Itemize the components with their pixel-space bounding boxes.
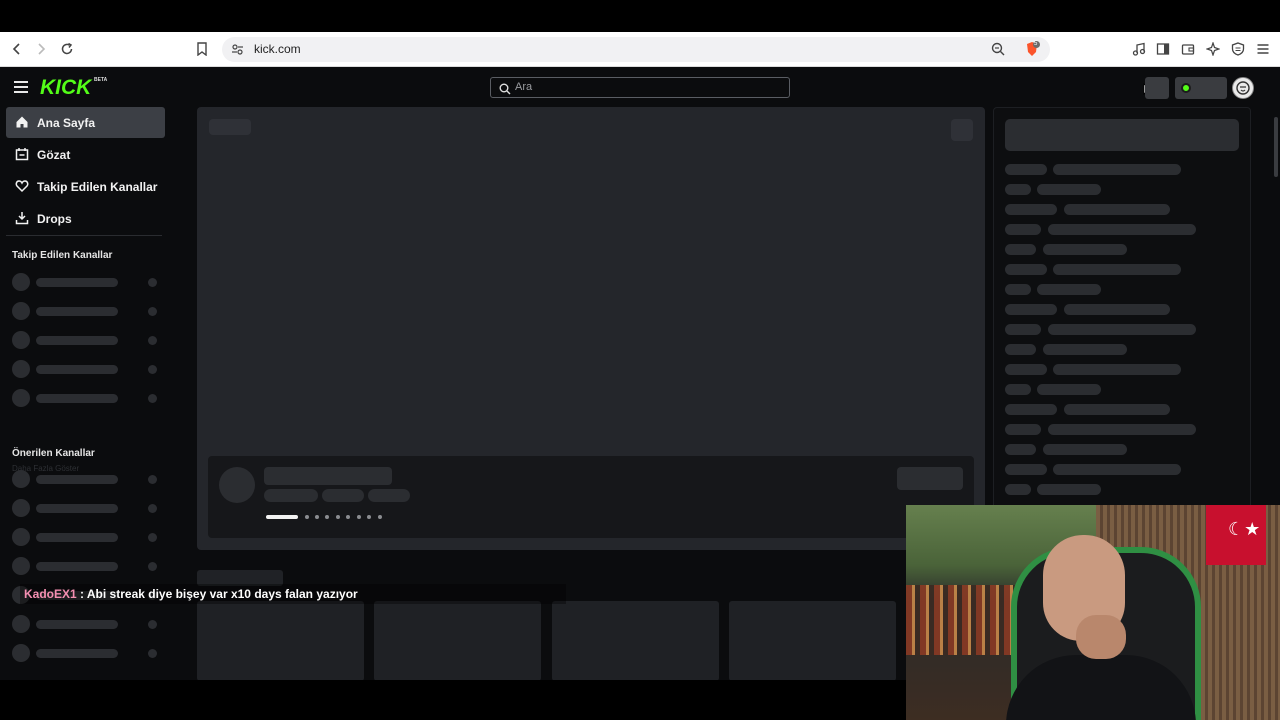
logo-beta-badge: BETA xyxy=(94,77,108,83)
carousel-dot[interactable] xyxy=(367,515,371,519)
sidebar-item-drops[interactable]: Drops xyxy=(6,203,165,234)
menu-icon[interactable] xyxy=(1254,40,1272,58)
online-status-icon xyxy=(1181,83,1191,93)
featured-stream-carousel[interactable] xyxy=(197,107,985,550)
carousel-dot[interactable] xyxy=(378,515,382,519)
header-placeholder-button[interactable] xyxy=(1145,77,1169,99)
address-bar[interactable]: kick.com 5 xyxy=(222,37,1050,62)
list-item[interactable] xyxy=(12,331,162,349)
kick-logo[interactable]: KICK xyxy=(40,76,91,100)
stream-card[interactable] xyxy=(552,601,719,680)
skeleton-pill xyxy=(322,489,364,502)
list-item[interactable] xyxy=(12,615,162,633)
music-icon[interactable] xyxy=(1130,40,1148,58)
chat-message: : Abi streak diye bişey var x10 days fal… xyxy=(80,587,358,601)
search-input[interactable]: Ara xyxy=(490,77,790,98)
skeleton-pill xyxy=(368,489,410,502)
stream-card[interactable] xyxy=(197,601,364,680)
carousel-dot[interactable] xyxy=(315,515,319,519)
skeleton-badge xyxy=(209,119,251,135)
sidebar-item-label: Drops xyxy=(37,212,72,226)
list-item[interactable] xyxy=(12,302,162,320)
recommended-channels-heading: Önerilen Kanallar xyxy=(12,448,95,459)
black-top-bar xyxy=(0,0,1280,32)
sidebar-toggle-icon[interactable] xyxy=(1154,40,1172,58)
zoom-icon[interactable] xyxy=(991,42,1005,61)
webcam-overlay: ☾★ xyxy=(906,505,1280,720)
featured-stream-info-card[interactable] xyxy=(208,456,974,538)
avatar[interactable] xyxy=(219,467,255,503)
vpn-icon[interactable] xyxy=(1229,40,1247,58)
carousel-dot[interactable] xyxy=(346,515,350,519)
skeleton-pill xyxy=(264,489,318,502)
drops-icon xyxy=(15,211,29,225)
flag-star-icon: ☾★ xyxy=(1228,519,1261,539)
page-scrollbar[interactable] xyxy=(1274,117,1278,177)
streamer-hand xyxy=(1076,615,1126,659)
list-item[interactable] xyxy=(12,499,162,517)
app-header: KICK BETA Ara xyxy=(0,67,1280,107)
home-icon xyxy=(15,115,29,129)
list-item[interactable] xyxy=(12,557,162,575)
forward-icon[interactable] xyxy=(32,40,50,58)
list-item[interactable] xyxy=(12,644,162,662)
wallet-icon[interactable] xyxy=(1179,40,1197,58)
stream-card[interactable] xyxy=(374,601,541,680)
site-settings-icon[interactable] xyxy=(231,43,244,61)
search-placeholder: Ara xyxy=(515,81,533,93)
sidebar-divider xyxy=(6,235,162,236)
search-icon xyxy=(499,82,511,95)
hamburger-menu-icon[interactable] xyxy=(14,81,28,93)
carousel-dot[interactable] xyxy=(336,515,340,519)
carousel-dot[interactable] xyxy=(357,515,361,519)
reload-icon[interactable] xyxy=(58,40,76,58)
carousel-dot[interactable] xyxy=(325,515,329,519)
sidebar-item-label: Ana Sayfa xyxy=(37,116,96,130)
list-item[interactable] xyxy=(12,389,162,407)
list-item[interactable] xyxy=(12,470,162,488)
skeleton-title xyxy=(264,467,392,485)
sidebar-item-following[interactable]: Takip Edilen Kanallar xyxy=(6,171,165,202)
user-avatar[interactable] xyxy=(1232,77,1254,99)
chat-username: KadoEX1 xyxy=(24,587,77,601)
sidebar-item-label: Gözat xyxy=(37,148,71,162)
brave-badge-count: 5 xyxy=(1034,41,1038,47)
back-icon[interactable] xyxy=(8,40,26,58)
browse-icon xyxy=(15,147,29,161)
leo-ai-icon[interactable] xyxy=(1204,40,1222,58)
stream-chat-overlay: KadoEX1 : Abi streak diye bişey var x10 … xyxy=(20,584,566,604)
carousel-dot[interactable] xyxy=(266,515,298,519)
skeleton-button[interactable] xyxy=(951,119,973,141)
skeleton-action-button[interactable] xyxy=(897,467,963,490)
browser-toolbar: kick.com 5 xyxy=(0,32,1280,67)
brave-shield-icon[interactable]: 5 xyxy=(1024,41,1040,57)
heart-icon xyxy=(15,179,29,193)
bookmark-icon[interactable] xyxy=(193,40,211,58)
list-item[interactable] xyxy=(12,273,162,291)
list-item[interactable] xyxy=(12,528,162,546)
url-text[interactable]: kick.com xyxy=(254,42,301,56)
stream-card[interactable] xyxy=(729,601,896,680)
carousel-dot[interactable] xyxy=(305,515,309,519)
followed-channels-heading: Takip Edilen Kanallar xyxy=(12,250,113,261)
skeleton-header xyxy=(1005,119,1239,151)
sidebar-item-browse[interactable]: Gözat xyxy=(6,139,165,170)
sidebar-item-home[interactable]: Ana Sayfa xyxy=(6,107,165,138)
sidebar-item-label: Takip Edilen Kanallar xyxy=(37,180,158,194)
list-item[interactable] xyxy=(12,360,162,378)
